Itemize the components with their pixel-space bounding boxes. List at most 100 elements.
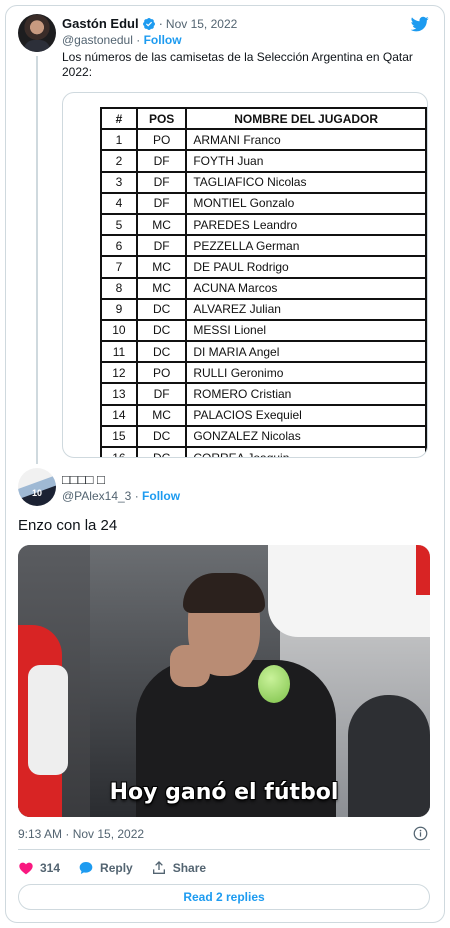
cell-player-name: RULLI Geronimo	[185, 361, 427, 385]
cell-position: DC	[135, 424, 188, 449]
cell-player-name: PAREDES Leandro	[185, 212, 427, 237]
table-row: 9 DC ALVAREZ Julian	[100, 297, 427, 321]
cell-position: PO	[135, 128, 188, 152]
cell-number: 11	[100, 340, 138, 364]
verified-badge-icon	[142, 17, 155, 30]
cell-player-name: ACUNA Marcos	[185, 276, 427, 300]
follow-button[interactable]: Follow	[142, 489, 180, 503]
divider	[18, 849, 430, 850]
parent-author-row: Gastón Edul · Nov 15, 2022	[62, 16, 237, 31]
table-row: 2 DF FOYTH Juan	[100, 149, 427, 173]
cell-number: 16	[100, 445, 138, 457]
cell-player-name: MESSI Lionel	[185, 318, 427, 343]
avatar[interactable]	[18, 14, 56, 52]
cell-number: 14	[100, 403, 138, 427]
tweet-text: Los números de las camisetas de la Selec…	[62, 50, 413, 79]
reply-author-name[interactable]: □□□□ □	[62, 472, 105, 487]
share-button[interactable]: Share	[151, 860, 206, 876]
reply-media-image[interactable]: Hoy ganó el fútbol	[18, 545, 430, 817]
table-row: 5 MC PAREDES Leandro	[100, 212, 427, 237]
photo-jersey-white	[28, 665, 68, 775]
table-row: 3 DF TAGLIAFICO Nicolas	[100, 170, 427, 194]
cell-player-name: ROMERO Cristian	[185, 382, 427, 406]
column-header-number: #	[100, 106, 138, 131]
separator-dot: ·	[136, 33, 144, 47]
cell-position: DF	[135, 149, 188, 173]
cell-number: 15	[100, 424, 138, 449]
author-handle[interactable]: @PAlex14_3	[62, 489, 131, 503]
separator-dot: ·	[134, 489, 143, 503]
thread-connector-line	[36, 56, 38, 464]
avatar[interactable]	[18, 468, 56, 506]
cell-number: 6	[100, 234, 138, 258]
info-icon[interactable]	[413, 826, 428, 841]
photo-balloon	[258, 665, 290, 703]
table-row: 13 DF ROMERO Cristian	[100, 382, 427, 406]
cell-player-name: ARMANI Franco	[185, 128, 427, 152]
cell-number: 5	[100, 212, 138, 237]
cell-player-name: FOYTH Juan	[185, 149, 427, 173]
cell-position: MC	[135, 212, 188, 237]
table-row: 10 DC MESSI Lionel	[100, 318, 427, 343]
separator-dot: ·	[158, 16, 163, 31]
table-row: 14 MC PALACIOS Exequiel	[100, 403, 427, 427]
photo-flag-stripe	[416, 545, 430, 595]
cell-position: DC	[135, 340, 188, 364]
read-replies-button[interactable]: Read 2 replies	[18, 884, 430, 910]
cell-number: 9	[100, 297, 138, 321]
reply-button[interactable]: Reply	[78, 860, 133, 876]
cell-player-name: TAGLIAFICO Nicolas	[185, 170, 427, 194]
cell-position: DC	[135, 445, 188, 457]
cell-number: 7	[100, 255, 138, 279]
table-row: 1 PO ARMANI Franco	[100, 128, 427, 152]
cell-position: DF	[135, 382, 188, 406]
cell-player-name: CORREA Joaquin	[185, 445, 427, 457]
meme-caption: Hoy ganó el fútbol	[109, 780, 339, 805]
photo-man-hair	[183, 573, 265, 613]
cell-position: PO	[135, 361, 188, 385]
cell-position: DF	[135, 191, 188, 215]
cell-number: 1	[100, 128, 138, 152]
cell-player-name: PEZZELLA German	[185, 234, 427, 258]
cell-position: DC	[135, 318, 188, 343]
like-count: 314	[40, 861, 61, 875]
cell-position: MC	[135, 403, 188, 427]
twitter-bird-icon[interactable]	[410, 15, 430, 33]
table-row: 7 MC DE PAUL Rodrigo	[100, 255, 427, 279]
table-row: 6 DF PEZZELLA German	[100, 234, 427, 258]
tweet-timestamp[interactable]: 9:13 AM · Nov 15, 2022	[18, 827, 144, 841]
roster-table: # POS NOMBRE DEL JUGADOR 1 PO ARMANI Franc…	[100, 106, 427, 457]
table-row: 8 MC ACUNA Marcos	[100, 276, 427, 300]
photo-flag	[268, 545, 430, 637]
reply-label: Reply	[100, 861, 133, 875]
cell-player-name: PALACIOS Exequiel	[185, 403, 427, 427]
action-bar: 314 Reply Share	[18, 859, 224, 877]
cell-position: DF	[135, 234, 188, 258]
cell-player-name: MONTIEL Gonzalo	[185, 191, 427, 215]
parent-handle-row: @gastonedul · Follow	[62, 33, 182, 47]
cell-number: 10	[100, 318, 138, 343]
author-name[interactable]: Gastón Edul	[62, 16, 139, 31]
follow-button[interactable]: Follow	[144, 33, 182, 47]
table-header-row: # POS NOMBRE DEL JUGADOR	[100, 106, 427, 131]
column-header-position: POS	[135, 106, 188, 131]
cell-player-name: DI MARIA Angel	[185, 340, 427, 364]
heart-icon	[19, 862, 33, 875]
table-row: 16 DC CORREA Joaquin	[100, 445, 427, 457]
author-handle[interactable]: @gastonedul	[62, 33, 133, 47]
share-label: Share	[172, 861, 207, 875]
cell-number: 13	[100, 382, 138, 406]
cell-position: MC	[135, 276, 188, 300]
tweet-media-image[interactable]: # POS NOMBRE DEL JUGADOR 1 PO ARMANI Franc…	[62, 92, 428, 458]
cell-number: 4	[100, 191, 138, 215]
cell-player-name: GONZALEZ Nicolas	[185, 424, 427, 449]
speech-bubble-icon	[79, 862, 93, 874]
reply-text: Enzo con la 24	[18, 517, 118, 534]
cell-player-name: ALVAREZ Julian	[185, 297, 427, 321]
cell-number: 8	[100, 276, 138, 300]
table-row: 12 PO RULLI Geronimo	[100, 361, 427, 385]
like-button[interactable]: 314	[18, 860, 60, 876]
share-upload-icon	[152, 861, 165, 874]
reply-handle-row: @PAlex14_3 · Follow	[62, 489, 180, 503]
tweet-date[interactable]: Nov 15, 2022	[166, 17, 237, 31]
